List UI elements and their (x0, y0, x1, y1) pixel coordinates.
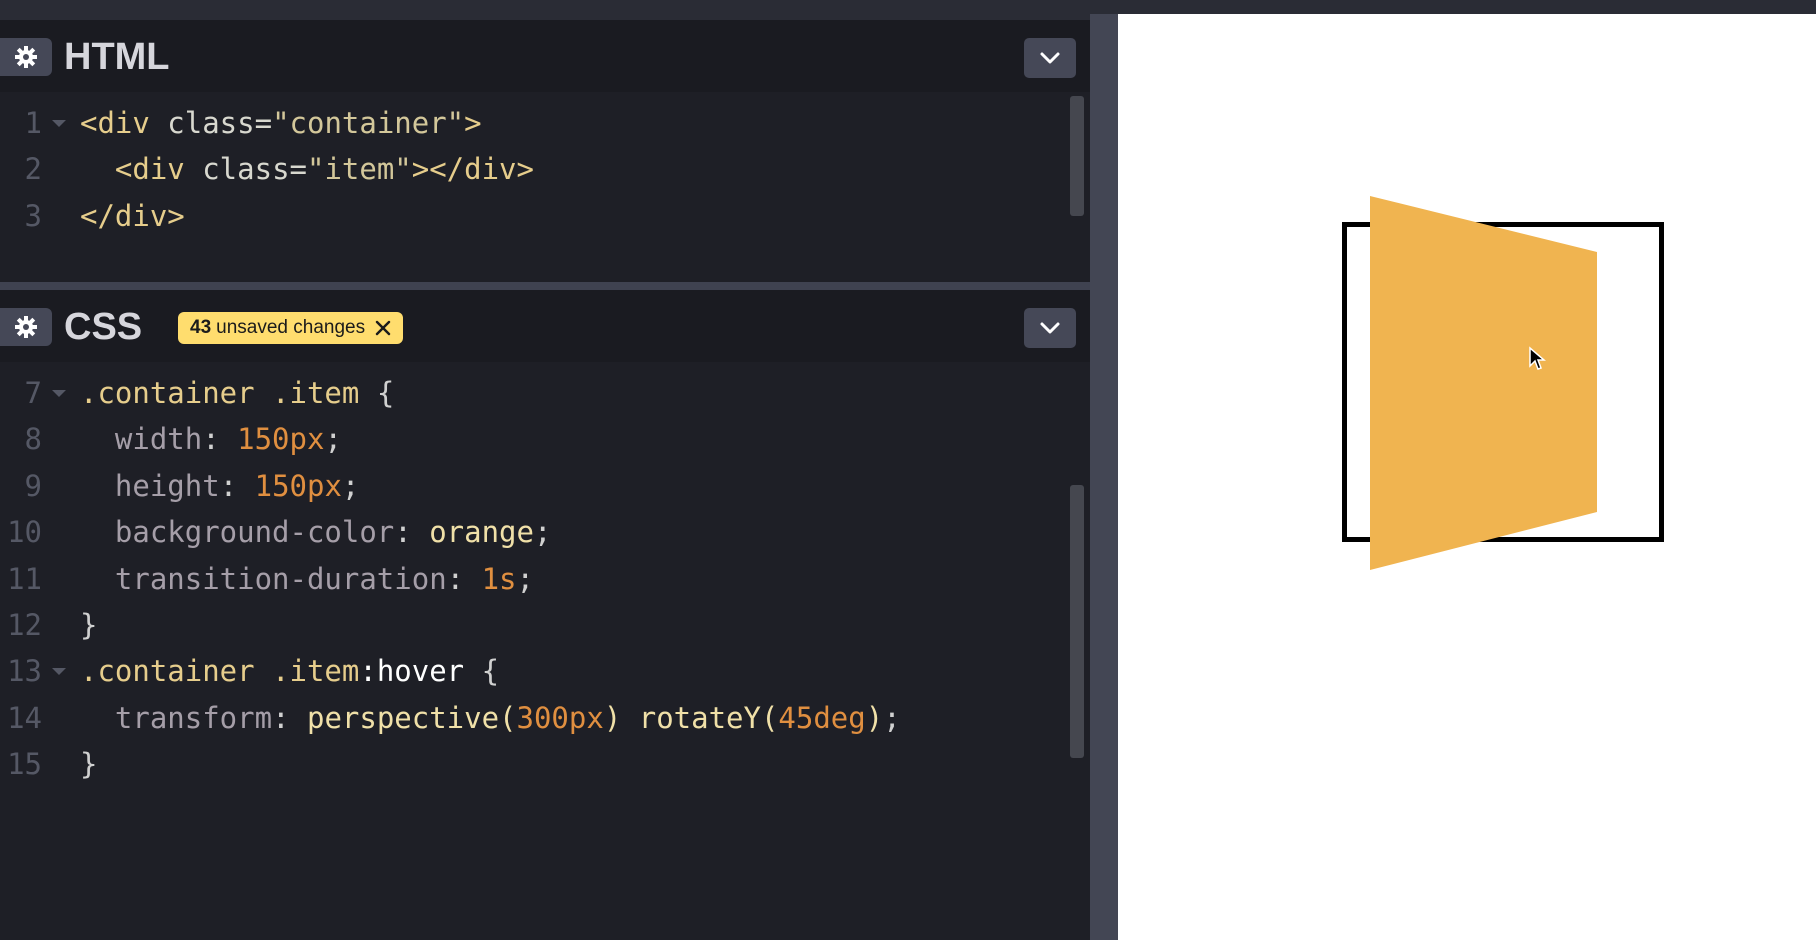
mouse-cursor-icon (1529, 346, 1546, 370)
item-face (1370, 196, 1597, 570)
rotated-item[interactable] (0, 0, 1816, 940)
